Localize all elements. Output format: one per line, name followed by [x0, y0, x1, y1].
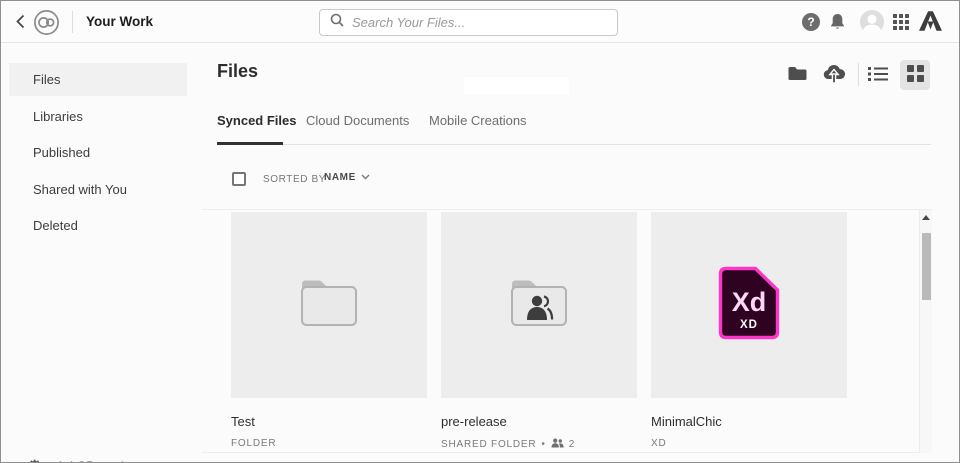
grid-view-button[interactable]: [900, 60, 930, 90]
search-box[interactable]: [319, 9, 618, 36]
tab-mobile-creations[interactable]: Mobile Creations: [429, 106, 527, 136]
tab-synced-files[interactable]: Synced Files: [217, 106, 296, 136]
shared-count: 2: [568, 439, 576, 450]
file-name: pre-release: [441, 414, 507, 429]
tab-cloud-documents[interactable]: Cloud Documents: [306, 106, 409, 136]
file-type-label: SHARED FOLDER: [441, 439, 537, 450]
settings-gear-icon[interactable]: ⚙: [27, 456, 42, 462]
select-all-checkbox[interactable]: [232, 172, 246, 186]
file-name: Test: [231, 414, 255, 429]
file-type-label: FOLDER: [231, 438, 277, 449]
list-view-icon: [868, 67, 888, 85]
tab-rule: [217, 144, 931, 145]
scrollbar-thumb[interactable]: [922, 233, 931, 300]
active-tab-indicator: [217, 142, 283, 145]
xd-file-icon: Xd XD: [718, 266, 780, 345]
search-icon: [330, 13, 352, 32]
sidebar-item-libraries[interactable]: Libraries: [9, 100, 187, 133]
file-card-minimalchic[interactable]: Xd XD MinimalChic XD: [651, 212, 847, 449]
grid-view-icon: [906, 65, 924, 85]
sort-field-value: NAME: [324, 172, 356, 183]
notifications-bell-icon[interactable]: [829, 13, 846, 36]
chevron-down-icon: [361, 172, 370, 183]
sidebar-item-shared-with-you[interactable]: Shared with You: [9, 173, 187, 206]
folder-icon: [787, 67, 808, 85]
back-button[interactable]: [13, 14, 27, 30]
storage-used-label: 1.4 GB used: [57, 459, 124, 462]
file-card-test[interactable]: Test FOLDER: [231, 212, 427, 449]
sidebar-item-files[interactable]: Files: [9, 63, 187, 96]
chevron-left-icon: [15, 14, 25, 32]
content-area: Files Synced Files Cloud Documents Mobil…: [202, 44, 958, 461]
file-thumbnail: [441, 212, 637, 398]
person-icon: [862, 14, 882, 34]
file-thumbnail: [231, 212, 427, 398]
apps-grid-icon[interactable]: [893, 14, 909, 35]
shared-folder-icon: [506, 275, 572, 336]
page-title: Files: [217, 61, 259, 81]
top-bar: Your Work ?: [1, 1, 959, 43]
sidebar: Files Libraries Published Shared with Yo…: [1, 44, 201, 462]
xd-sub-text: XD: [740, 319, 758, 331]
people-icon: [551, 438, 564, 451]
file-card-pre-release[interactable]: pre-release SHARED FOLDER • 2: [441, 212, 637, 451]
sidebar-item-deleted[interactable]: Deleted: [9, 209, 187, 242]
sorted-by-label: SORTED BY: [263, 174, 327, 185]
app-title: Your Work: [86, 14, 154, 29]
redacted-region: [464, 77, 569, 94]
meta-bullet: •: [541, 439, 546, 450]
new-folder-button[interactable]: [787, 65, 808, 85]
account-avatar[interactable]: [860, 10, 884, 34]
scroll-up-arrow[interactable]: [922, 215, 930, 220]
upload-button[interactable]: [822, 64, 846, 87]
folder-icon: [296, 275, 362, 336]
file-type-label: XD: [651, 438, 667, 449]
creative-cloud-window: Your Work ?: [0, 0, 960, 463]
header-divider: [72, 11, 73, 33]
xd-logo-text: Xd: [732, 287, 767, 317]
cloud-upload-icon: [822, 64, 846, 87]
vertical-scrollbar[interactable]: [919, 209, 932, 453]
help-icon[interactable]: ?: [802, 13, 820, 31]
adobe-logo-icon: [919, 11, 942, 36]
sidebar-item-published[interactable]: Published: [9, 136, 187, 169]
view-divider: [858, 63, 859, 86]
files-grid-viewport: Test FOLDER pre-release SHARED FOLDER • …: [202, 209, 932, 453]
file-thumbnail: Xd XD: [651, 212, 847, 398]
file-name: MinimalChic: [651, 414, 722, 429]
sort-field-dropdown[interactable]: NAME: [324, 172, 370, 183]
sidebar-footer: ⚙ 1.4 GB used: [1, 454, 201, 462]
creative-cloud-logo-icon[interactable]: [33, 9, 60, 36]
list-view-button[interactable]: [868, 66, 888, 85]
search-input[interactable]: [352, 15, 609, 30]
